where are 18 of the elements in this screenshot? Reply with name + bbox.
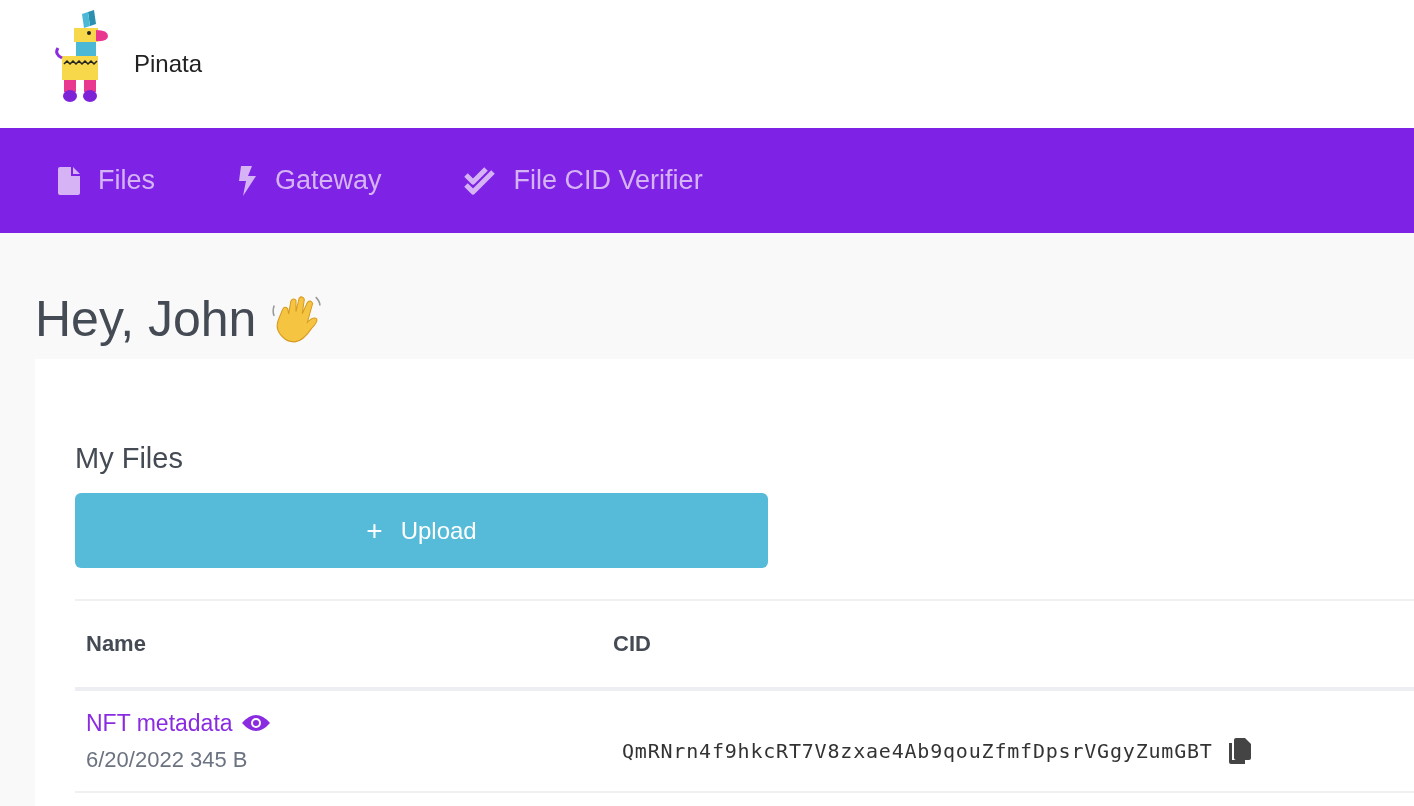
brand-name: Pinata — [134, 50, 203, 78]
file-name-link[interactable]: NFT metadata — [86, 709, 233, 737]
nav-link[interactable]: Gateway — [237, 165, 382, 196]
file-icon — [58, 166, 80, 195]
column-header: CID — [613, 631, 651, 657]
section-title: My Files — [75, 442, 184, 475]
greeting-heading: Hey, John — [35, 290, 257, 348]
waving-hand-icon — [270, 293, 323, 345]
column-header: Name — [85, 631, 147, 657]
eye-icon[interactable] — [240, 713, 271, 733]
upload-button[interactable]: + Upload — [75, 493, 768, 568]
bolt-icon — [237, 165, 257, 196]
double-check-icon — [463, 166, 496, 195]
cid-text: QmRNrn4f9hkcRT7V8zxae4Ab9qouZfmfDpsrVGgyZumGBT — [622, 739, 1213, 763]
copy-icon[interactable] — [1228, 738, 1251, 764]
nav-link[interactable]: File CID Verifier — [463, 165, 703, 196]
file-meta: 6/20/2022 345 B — [86, 746, 249, 773]
nav-link[interactable]: Files — [58, 165, 155, 196]
